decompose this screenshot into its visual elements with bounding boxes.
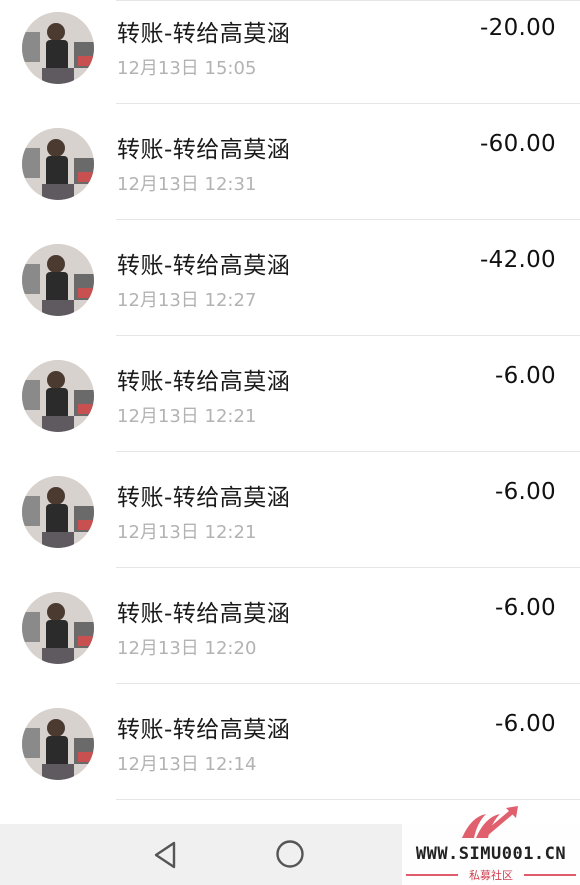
transaction-row[interactable]: 转账-转给高莫涵 12月13日 12:21 -6.00 <box>0 452 580 568</box>
avatar <box>22 12 94 84</box>
transaction-row[interactable]: 转账-转给高莫涵 12月13日 15:05 -20.00 <box>0 0 580 104</box>
home-circle-icon[interactable] <box>275 839 305 869</box>
transaction-amount: -20.00 <box>480 15 556 41</box>
avatar <box>22 592 94 664</box>
transaction-row[interactable]: 转账-转给高莫涵 12月13日 12:14 -6.00 <box>0 684 580 800</box>
transaction-title: 转账-转给高莫涵 <box>117 485 291 511</box>
transaction-row[interactable]: 转账-转给高莫涵 12月13日 12:31 -60.00 <box>0 104 580 220</box>
transaction-time: 12月13日 12:14 <box>117 754 257 775</box>
avatar <box>22 128 94 200</box>
transaction-title: 转账-转给高莫涵 <box>117 253 291 279</box>
watermark-footer: 私募社区 <box>402 867 580 883</box>
transaction-row[interactable]: 转账-转给高莫涵 12月13日 12:27 -42.00 <box>0 220 580 336</box>
transaction-title: 转账-转给高莫涵 <box>117 601 291 627</box>
watermark-logo-icon <box>458 802 524 844</box>
divider <box>524 874 576 876</box>
divider <box>406 874 458 876</box>
watermark-url: WWW.SIMU001.CN <box>415 844 567 864</box>
watermark-subtitle: 私募社区 <box>469 869 513 882</box>
transaction-amount: -6.00 <box>494 363 556 389</box>
transaction-amount: -42.00 <box>480 247 556 273</box>
transaction-amount: -6.00 <box>494 595 556 621</box>
avatar <box>22 476 94 548</box>
avatar <box>22 360 94 432</box>
transaction-time: 12月13日 12:31 <box>117 174 257 195</box>
back-triangle-icon[interactable] <box>152 840 180 870</box>
transaction-time: 12月13日 12:21 <box>117 406 257 427</box>
transaction-amount: -6.00 <box>494 711 556 737</box>
avatar <box>22 244 94 316</box>
avatar <box>22 708 94 780</box>
transaction-list: 转账-转给高莫涵 12月13日 15:05 -20.00 转账-转给高莫涵 12… <box>0 0 580 812</box>
transaction-title: 转账-转给高莫涵 <box>117 717 291 743</box>
transaction-title: 转账-转给高莫涵 <box>117 137 291 163</box>
transaction-time: 12月13日 12:21 <box>117 522 257 543</box>
transaction-time: 12月13日 12:27 <box>117 290 257 311</box>
transaction-amount: -60.00 <box>480 131 556 157</box>
transaction-row[interactable]: 转账-转给高莫涵 12月13日 12:20 -6.00 <box>0 568 580 684</box>
transaction-time: 12月13日 15:05 <box>117 58 257 79</box>
transaction-row[interactable]: 转账-转给高莫涵 12月13日 12:21 -6.00 <box>0 336 580 452</box>
transaction-time: 12月13日 12:20 <box>117 638 257 659</box>
transaction-title: 转账-转给高莫涵 <box>117 369 291 395</box>
transaction-title: 转账-转给高莫涵 <box>117 21 291 47</box>
transaction-amount: -6.00 <box>494 479 556 505</box>
watermark: WWW.SIMU001.CN 私募社区 <box>402 800 580 885</box>
